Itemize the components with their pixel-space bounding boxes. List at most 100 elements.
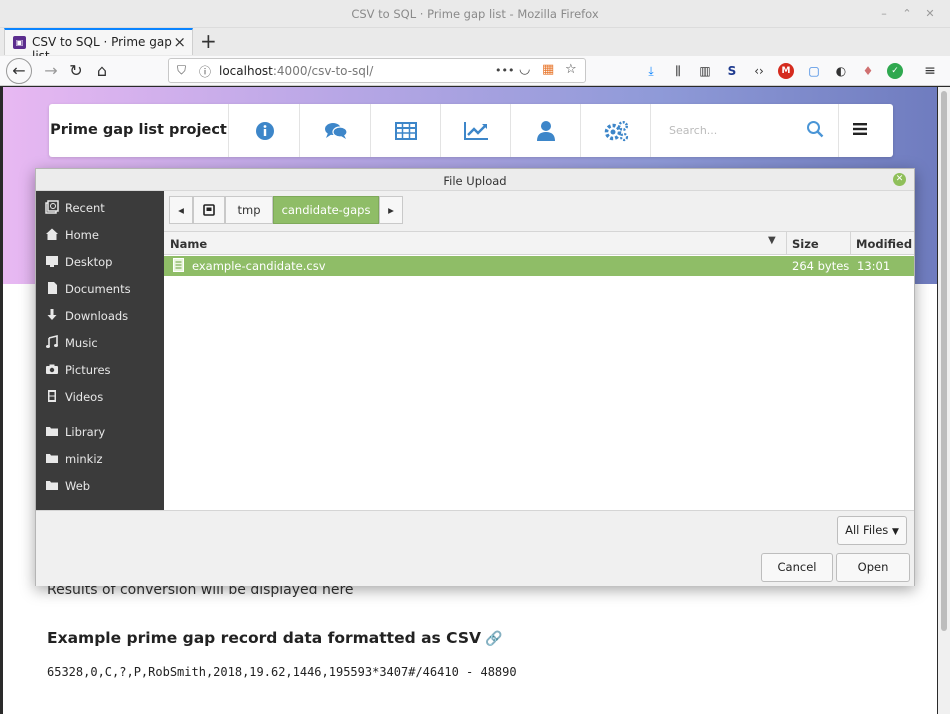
window-title: CSV to SQL · Prime gap list - Mozilla Fi… bbox=[351, 7, 599, 21]
place-pictures[interactable]: Pictures bbox=[36, 358, 164, 383]
badge-extension-icon[interactable]: ▢ bbox=[806, 63, 822, 79]
chart-icon[interactable] bbox=[441, 104, 511, 157]
place-label: Recent bbox=[65, 201, 105, 215]
app-menu-icon[interactable]: ≡ bbox=[922, 63, 938, 79]
file-list-header: Name ▼ Size Modified bbox=[164, 232, 914, 255]
downloads-icon bbox=[45, 308, 59, 322]
tab-bar: ▣ CSV to SQL · Prime gap list × + bbox=[0, 28, 950, 63]
extension-icon[interactable]: ▦ bbox=[542, 62, 554, 77]
pictures-icon bbox=[45, 362, 59, 376]
downloads-icon[interactable]: ⤓ bbox=[643, 63, 659, 79]
site-info-icon[interactable]: ⓘ bbox=[199, 63, 211, 80]
search-icon[interactable] bbox=[806, 120, 824, 141]
column-separator bbox=[786, 232, 787, 255]
place-minkiz[interactable]: minkiz bbox=[36, 447, 164, 472]
folder-icon bbox=[45, 424, 59, 438]
close-window-icon[interactable]: ✕ bbox=[922, 6, 938, 22]
column-modified[interactable]: Modified bbox=[856, 237, 912, 251]
feather-extension-icon[interactable]: ♦ bbox=[860, 63, 876, 79]
place-label: Desktop bbox=[65, 255, 113, 269]
column-name[interactable]: Name bbox=[170, 237, 207, 251]
place-label: Web bbox=[65, 479, 91, 493]
documents-icon bbox=[45, 281, 59, 295]
place-home[interactable]: Home bbox=[36, 223, 164, 248]
hamburger-menu-icon[interactable] bbox=[853, 122, 867, 139]
column-separator bbox=[850, 232, 851, 255]
place-documents[interactable]: Documents bbox=[36, 277, 164, 302]
comments-icon[interactable] bbox=[301, 104, 371, 157]
site-search-placeholder: Search... bbox=[669, 124, 718, 137]
site-navbar: Prime gap list project Search... bbox=[49, 104, 893, 157]
page-actions-icon[interactable]: ••• bbox=[495, 64, 514, 77]
place-desktop[interactable]: Desktop bbox=[36, 250, 164, 275]
csv-file-icon bbox=[173, 258, 184, 275]
forward-button[interactable]: → bbox=[38, 58, 64, 84]
m-extension-icon[interactable]: M bbox=[778, 63, 794, 79]
csv-example-line: 65328,0,C,?,P,RobSmith,2018,19.62,1446,1… bbox=[47, 665, 517, 679]
open-button[interactable]: Open bbox=[836, 553, 910, 582]
info-icon[interactable] bbox=[230, 104, 300, 157]
place-library[interactable]: Library bbox=[36, 420, 164, 445]
close-tab-icon[interactable]: × bbox=[173, 33, 186, 51]
file-filter-value: All Files bbox=[845, 523, 889, 537]
sort-descending-icon[interactable]: ▼ bbox=[768, 235, 776, 246]
anchor-link-icon[interactable]: 🔗 bbox=[485, 631, 502, 647]
tracking-shield-icon[interactable]: ⛉ bbox=[177, 63, 186, 78]
devtools-icon[interactable]: ‹› bbox=[751, 63, 767, 79]
navigation-toolbar: ← → ↻ ⌂ ⛉ ⓘ localhost:4000/csv-to-sql/ •… bbox=[0, 56, 950, 86]
folder-icon bbox=[45, 451, 59, 465]
page-scrollbar[interactable] bbox=[938, 87, 950, 714]
cancel-button[interactable]: Cancel bbox=[761, 553, 833, 582]
place-music[interactable]: Music bbox=[36, 331, 164, 356]
scrollbar-thumb[interactable] bbox=[941, 91, 947, 631]
place-label: Videos bbox=[65, 390, 104, 404]
path-left-arrow-icon[interactable]: ◂ bbox=[169, 196, 193, 224]
path-right-arrow-icon[interactable]: ▸ bbox=[379, 196, 403, 224]
file-list: Name ▼ Size Modified example-candidate.c… bbox=[164, 231, 914, 511]
place-label: minkiz bbox=[65, 452, 103, 466]
url-bar[interactable]: ⛉ ⓘ localhost:4000/csv-to-sql/ ••• ◡ ▦ ☆ bbox=[168, 58, 586, 83]
table-icon[interactable] bbox=[371, 104, 441, 157]
places-sidebar: Recent Home Desktop Documents Downloads … bbox=[36, 191, 164, 510]
dropdown-arrow-icon: ▼ bbox=[891, 527, 899, 537]
dialog-header: File Upload ✕ bbox=[36, 169, 914, 191]
url-text[interactable]: localhost:4000/csv-to-sql/ bbox=[219, 64, 373, 78]
bookmark-star-icon[interactable]: ☆ bbox=[565, 62, 577, 77]
pocket-icon[interactable]: ◡ bbox=[519, 62, 530, 77]
s-extension-icon[interactable]: S bbox=[724, 63, 740, 79]
path-crumb-tmp[interactable]: tmp bbox=[225, 196, 273, 224]
file-filter-select[interactable]: All Files ▼ bbox=[837, 516, 907, 545]
tab-csv-to-sql[interactable]: ▣ CSV to SQL · Prime gap list × bbox=[4, 28, 193, 63]
minimize-icon[interactable]: – bbox=[876, 6, 892, 22]
place-label: Documents bbox=[65, 282, 131, 296]
url-host: localhost bbox=[219, 64, 273, 78]
library-icon[interactable]: ⫼ bbox=[670, 63, 686, 79]
new-tab-button[interactable]: + bbox=[200, 29, 217, 53]
place-label: Downloads bbox=[65, 309, 129, 323]
site-brand[interactable]: Prime gap list project bbox=[49, 104, 229, 157]
reload-button[interactable]: ↻ bbox=[63, 58, 89, 84]
home-button[interactable]: ⌂ bbox=[89, 58, 115, 84]
cogs-icon[interactable] bbox=[581, 104, 651, 157]
site-search-box[interactable]: Search... bbox=[653, 104, 839, 157]
green-extension-icon[interactable]: ✓ bbox=[887, 63, 903, 79]
place-recent[interactable]: Recent bbox=[36, 196, 164, 221]
file-row-selected[interactable]: example-candidate.csv 264 bytes 13:01 bbox=[164, 256, 914, 276]
file-size: 264 bytes bbox=[792, 259, 850, 273]
ninja-extension-icon[interactable]: ◐ bbox=[833, 63, 849, 79]
file-upload-dialog: File Upload ✕ Recent Home Desktop Docume… bbox=[35, 168, 915, 586]
user-icon[interactable] bbox=[511, 104, 581, 157]
restore-icon[interactable]: ⌃ bbox=[899, 6, 915, 22]
file-modified: 13:01 bbox=[857, 259, 891, 273]
dialog-footer: All Files ▼ Cancel Open bbox=[36, 510, 914, 586]
reader-sidebar-icon[interactable]: ▥ bbox=[697, 63, 713, 79]
column-size[interactable]: Size bbox=[792, 237, 819, 251]
example-heading: Example prime gap record data formatted … bbox=[47, 629, 502, 647]
place-web[interactable]: Web bbox=[36, 474, 164, 499]
place-downloads[interactable]: Downloads bbox=[36, 304, 164, 329]
back-button[interactable]: ← bbox=[6, 58, 32, 84]
path-root-icon[interactable] bbox=[193, 196, 225, 224]
dialog-close-icon[interactable]: ✕ bbox=[893, 173, 906, 186]
path-crumb-candidate-gaps[interactable]: candidate-gaps bbox=[273, 196, 379, 224]
place-videos[interactable]: Videos bbox=[36, 385, 164, 410]
